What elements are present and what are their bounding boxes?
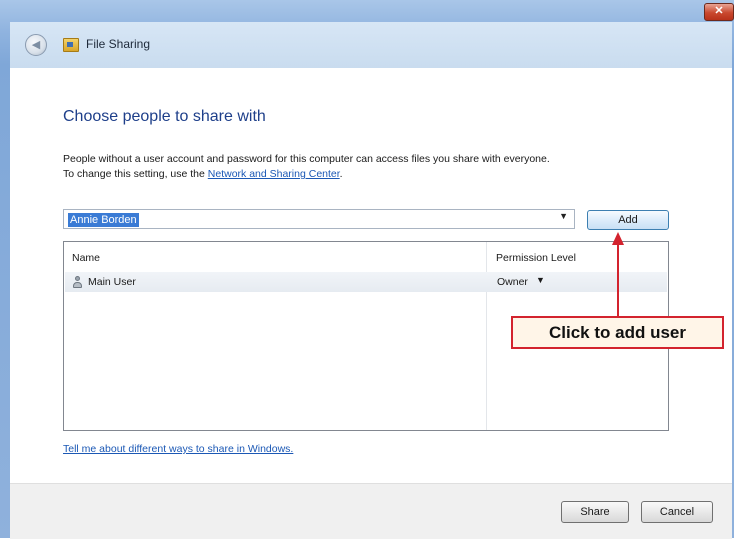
chevron-down-icon[interactable]: ▼	[559, 211, 568, 221]
help-link[interactable]: Tell me about different ways to share in…	[63, 443, 293, 455]
window-title: File Sharing	[86, 37, 151, 51]
content-area: Choose people to share with People witho…	[10, 68, 732, 483]
callout-label: Click to add user	[511, 316, 724, 349]
cancel-button[interactable]: Cancel	[641, 501, 713, 523]
file-sharing-icon	[63, 38, 79, 52]
description-line-2-prefix: To change this setting, use the	[63, 168, 208, 180]
back-button[interactable]: ◀	[25, 34, 47, 56]
description-line-1: People without a user account and passwo…	[63, 153, 550, 165]
page-heading: Choose people to share with	[63, 108, 266, 125]
column-header-permission[interactable]: Permission Level	[496, 252, 576, 264]
share-button[interactable]: Share	[561, 501, 629, 523]
user-combobox[interactable]: Annie Borden ▼	[63, 209, 575, 229]
chevron-down-icon[interactable]: ▼	[536, 275, 545, 285]
permission-level-dropdown[interactable]: Owner	[497, 276, 528, 288]
file-sharing-window: ✕ ◀ File Sharing Choose people to share …	[0, 0, 734, 539]
list-item[interactable]: Main User Owner ▼	[65, 272, 667, 292]
column-header-name[interactable]: Name	[72, 252, 100, 264]
callout-line	[617, 244, 619, 317]
user-combobox-value[interactable]: Annie Borden	[68, 213, 139, 227]
title-bar: ◀ File Sharing	[10, 22, 732, 68]
column-divider	[486, 242, 487, 430]
add-button[interactable]: Add	[587, 210, 669, 230]
user-icon	[73, 276, 82, 288]
description: People without a user account and passwo…	[63, 152, 723, 182]
footer-bar: Share Cancel	[10, 483, 732, 539]
description-line-2-suffix: .	[339, 168, 343, 180]
list-item-name: Main User	[88, 276, 136, 288]
network-sharing-center-link[interactable]: Network and Sharing Center	[208, 168, 340, 180]
close-button[interactable]: ✕	[704, 3, 734, 21]
